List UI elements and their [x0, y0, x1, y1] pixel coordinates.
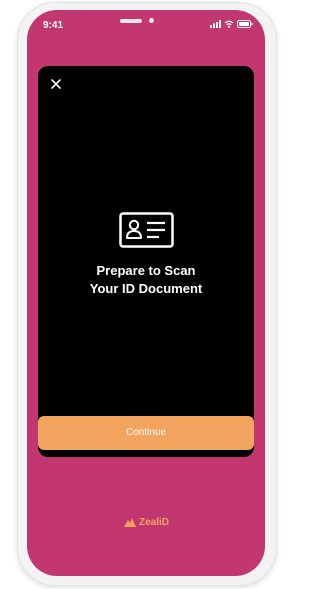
phone-screen: 9:41 Prepare to Scan Your ID Document Co…	[27, 10, 265, 576]
zealid-logo-icon	[123, 518, 136, 527]
continue-button[interactable]: Continue	[38, 416, 254, 450]
brand-logo: ZealiD	[27, 516, 265, 528]
camera-icon	[149, 18, 154, 23]
status-bar: 9:41	[27, 10, 265, 40]
signal-icon	[210, 20, 221, 28]
status-icons	[210, 19, 253, 29]
prompt-line-2: Your ID Document	[89, 281, 203, 296]
wifi-icon	[224, 20, 234, 28]
scan-prompt: Prepare to Scan Your ID Document	[38, 262, 254, 298]
scan-modal: Prepare to Scan Your ID Document Continu…	[38, 66, 254, 457]
id-card-icon	[119, 212, 174, 248]
speaker-icon	[120, 19, 142, 23]
brand-name: ZealiD	[138, 516, 169, 528]
status-time: 9:41	[43, 20, 64, 31]
prompt-line-1: Prepare to Scan	[96, 263, 196, 278]
close-icon[interactable]	[48, 76, 64, 92]
battery-icon	[237, 20, 253, 28]
